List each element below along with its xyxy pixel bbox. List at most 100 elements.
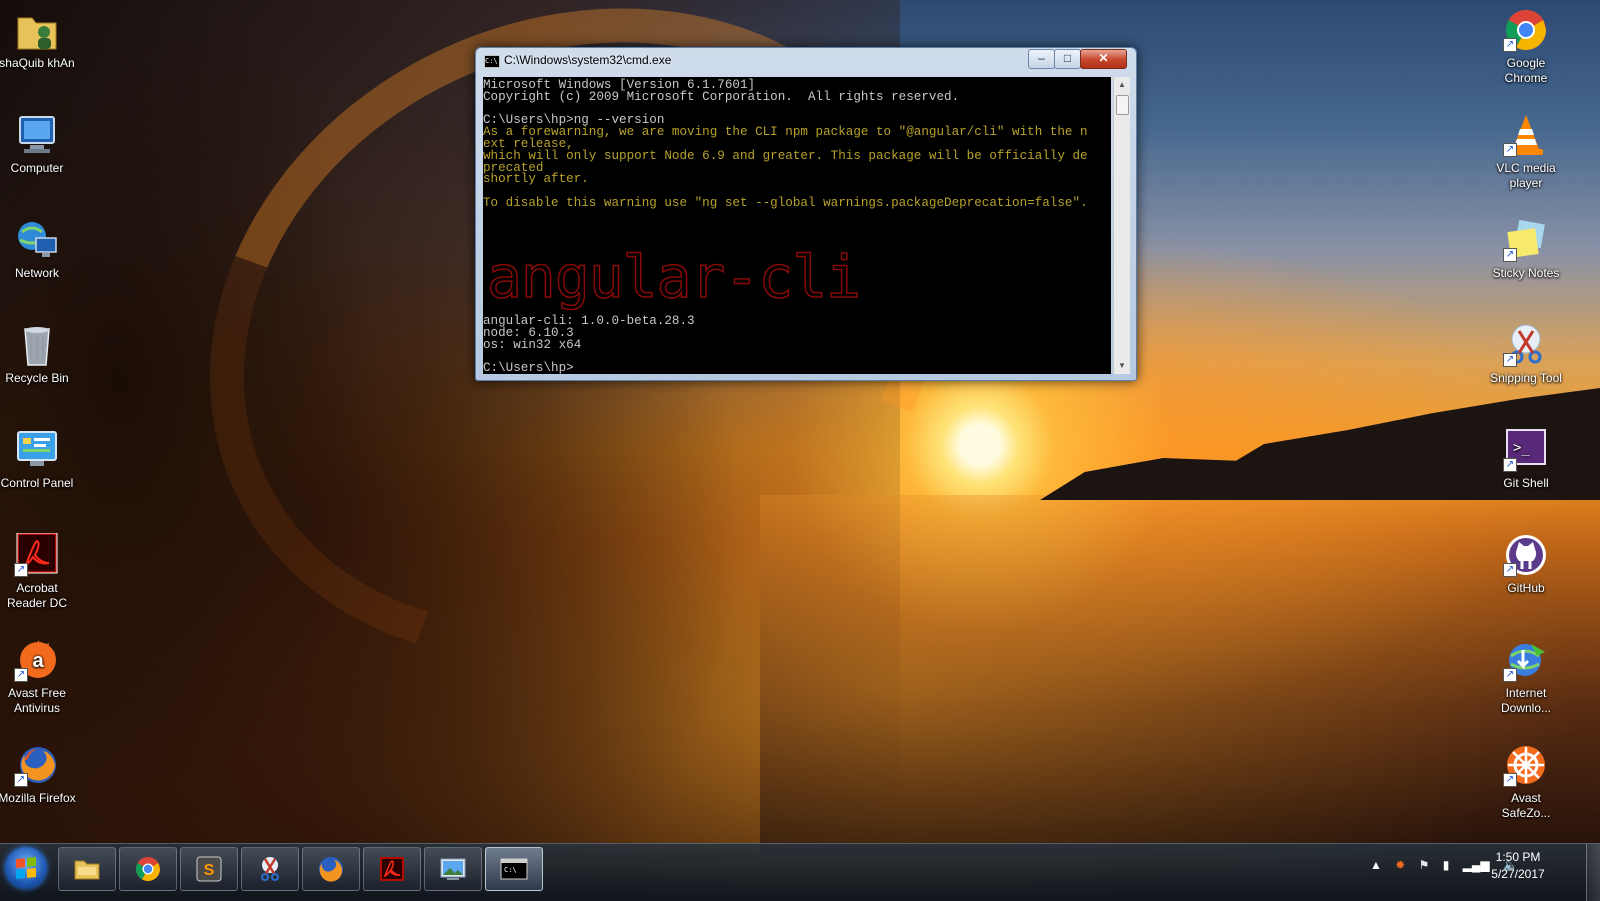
- desktop-icon-label: Avast SafeZo...: [1501, 791, 1551, 820]
- shortcut-arrow-icon: ↗: [1503, 668, 1517, 682]
- control-panel-icon: [14, 428, 60, 472]
- avast-icon: a ↗: [14, 638, 60, 682]
- desktop-icon-label: Internet Downlo...: [1500, 686, 1552, 715]
- desktop-icon-label: Snipping Tool: [1490, 371, 1562, 385]
- svg-text:C:\: C:\: [504, 866, 517, 874]
- shortcut-arrow-icon: ↗: [1503, 458, 1517, 472]
- computer-icon: [14, 113, 60, 157]
- desktop-icon-avast[interactable]: a ↗ Avast Free Antivirus: [0, 638, 77, 716]
- action-center-icon[interactable]: ⚑: [1419, 858, 1430, 872]
- desktop-icon-sticky-notes[interactable]: ↗ Sticky Notes: [1486, 218, 1566, 281]
- shortcut-arrow-icon: ↗: [1503, 38, 1517, 52]
- power-icon[interactable]: ▮: [1443, 858, 1450, 872]
- shortcut-arrow-icon: ↗: [1503, 143, 1517, 157]
- desktop-icon-user-folder[interactable]: shaQuib khAn: [0, 8, 77, 71]
- desktop-icon-avast-safezone[interactable]: ↗ Avast SafeZo...: [1486, 743, 1566, 821]
- desktop-icon-label: Acrobat Reader DC: [6, 581, 68, 610]
- taskbar-clock[interactable]: 1:50 PM 5/27/2017: [1486, 849, 1550, 883]
- version-lines: angular-cli: 1.0.0-beta.28.3 node: 6.10.…: [483, 315, 695, 374]
- clock-date: 5/27/2017: [1491, 867, 1545, 881]
- cmd-titlebar[interactable]: C:\ C:\Windows\system32\cmd.exe – □ ✕: [476, 48, 1136, 74]
- sticky-notes-icon: ↗: [1503, 218, 1549, 262]
- taskbar: S C:\ ▲ ✹ ⚑ ▮ ▂▄▆ 🔈 1:50 PM 5/27/2017: [0, 843, 1600, 901]
- desktop-icon-firefox[interactable]: ↗ Mozilla Firefox: [0, 743, 77, 806]
- console-line-warning: To disable this warning use "ng set --gl…: [483, 195, 1088, 210]
- snipping-tool-icon: ↗: [1503, 323, 1549, 367]
- desktop-icon-acrobat[interactable]: ↗ Acrobat Reader DC: [0, 532, 77, 611]
- wallpaper-sea: [760, 495, 1600, 855]
- maximize-button[interactable]: □: [1054, 49, 1081, 69]
- clock-time: 1:50 PM: [1495, 850, 1541, 864]
- show-desktop-button[interactable]: [1586, 844, 1600, 901]
- desktop-icon-chrome[interactable]: ↗ Google Chrome: [1486, 8, 1566, 86]
- firefox-icon: [319, 857, 343, 882]
- scroll-down-arrow-icon[interactable]: ▼: [1114, 358, 1130, 374]
- desktop-icon-label: Mozilla Firefox: [0, 791, 76, 805]
- taskbar-button-acrobat[interactable]: [363, 847, 421, 891]
- chrome-icon: ↗: [1503, 8, 1549, 52]
- desktop-icon-git-shell[interactable]: >_ ↗ Git Shell: [1486, 428, 1566, 491]
- console-line: Copyright (c) 2009 Microsoft Corporation…: [483, 89, 960, 104]
- console-lines: Microsoft Windows [Version 6.1.7601] Cop…: [483, 79, 1088, 210]
- internet-download-manager-icon: ↗: [1503, 638, 1549, 682]
- desktop-icon-label: Git Shell: [1503, 476, 1549, 490]
- taskbar-button-photo-viewer[interactable]: [424, 847, 482, 891]
- shortcut-arrow-icon: ↗: [1503, 563, 1517, 577]
- desktop-icon-label: shaQuib khAn: [0, 56, 75, 70]
- start-button[interactable]: [5, 847, 47, 889]
- cmd-icon[interactable]: C:\: [484, 55, 500, 68]
- shortcut-arrow-icon: ↗: [1503, 248, 1517, 262]
- taskbar-button-sublime-text[interactable]: S: [180, 847, 238, 891]
- scroll-up-arrow-icon[interactable]: ▲: [1114, 77, 1130, 93]
- avast-tray-icon[interactable]: ✹: [1395, 858, 1405, 872]
- desktop-icon-label: Network: [14, 266, 59, 280]
- show-hidden-icons-icon[interactable]: ▲: [1370, 858, 1382, 872]
- svg-text:a: a: [32, 650, 44, 672]
- desktop-icon-label: Control Panel: [0, 476, 74, 490]
- desktop-icon-control-panel[interactable]: Control Panel: [0, 428, 77, 491]
- photo-viewer-icon: [440, 858, 466, 880]
- cmd-window[interactable]: C:\ C:\Windows\system32\cmd.exe – □ ✕ Mi…: [475, 47, 1137, 381]
- network-icon: [14, 218, 60, 262]
- desktop-icon-label: Recycle Bin: [5, 371, 69, 385]
- cmd-window-title: C:\Windows\system32\cmd.exe: [504, 53, 672, 67]
- taskbar-button-file-explorer[interactable]: [58, 847, 116, 891]
- user-folder-icon: [14, 8, 60, 52]
- desktop-icon-snipping-tool[interactable]: ↗ Snipping Tool: [1486, 323, 1566, 386]
- desktop-icon-computer[interactable]: Computer: [0, 113, 77, 176]
- cmd-icon: C:\: [500, 858, 528, 880]
- desktop-icon-internet-download-manager[interactable]: ↗ Internet Downlo...: [1486, 638, 1566, 716]
- shortcut-arrow-icon: ↗: [1503, 773, 1517, 787]
- console-line-warning: shortly after.: [483, 172, 589, 187]
- taskbar-button-chrome[interactable]: [119, 847, 177, 891]
- console-output[interactable]: Microsoft Windows [Version 6.1.7601] Cop…: [483, 77, 1111, 374]
- desktop-icon-github[interactable]: ↗ GitHub: [1486, 533, 1566, 596]
- recycle-bin-icon: [14, 323, 60, 367]
- desktop-icon-vlc[interactable]: ↗ VLC media player: [1486, 113, 1566, 191]
- scroll-thumb[interactable]: [1116, 95, 1129, 115]
- console-line-warning: which will only support Node 6.9 and gre…: [483, 148, 1088, 163]
- desktop-icon-label: Computer: [10, 161, 64, 175]
- snipping-tool-icon: [261, 857, 279, 881]
- desktop-icon-network[interactable]: Network: [0, 218, 77, 281]
- shortcut-arrow-icon: ↗: [1503, 353, 1517, 367]
- angular-cli-ascii-banner: angular-cli: [486, 243, 862, 311]
- console-scrollbar[interactable]: ▲ ▼: [1113, 77, 1130, 374]
- sublime-text-icon: S: [196, 856, 222, 882]
- desktop-icon-label: Google Chrome: [1504, 56, 1548, 85]
- minimize-button[interactable]: –: [1028, 49, 1055, 69]
- chrome-icon: [135, 857, 160, 882]
- avast-safezone-icon: ↗: [1503, 743, 1549, 787]
- shortcut-arrow-icon: ↗: [14, 668, 28, 682]
- svg-text:S: S: [204, 862, 215, 879]
- taskbar-button-snipping-tool[interactable]: [241, 847, 299, 891]
- taskbar-button-cmd[interactable]: C:\: [485, 847, 543, 891]
- windows-logo-icon: [16, 856, 36, 880]
- desktop-icon-recycle-bin[interactable]: Recycle Bin: [0, 323, 77, 386]
- close-button[interactable]: ✕: [1080, 49, 1127, 69]
- desktop-icon-label: GitHub: [1507, 581, 1545, 595]
- console-prompt[interactable]: C:\Users\hp>: [483, 362, 695, 374]
- acrobat-icon: ↗: [14, 532, 60, 577]
- taskbar-button-firefox[interactable]: [302, 847, 360, 891]
- desktop-icon-label: Avast Free Antivirus: [8, 686, 66, 715]
